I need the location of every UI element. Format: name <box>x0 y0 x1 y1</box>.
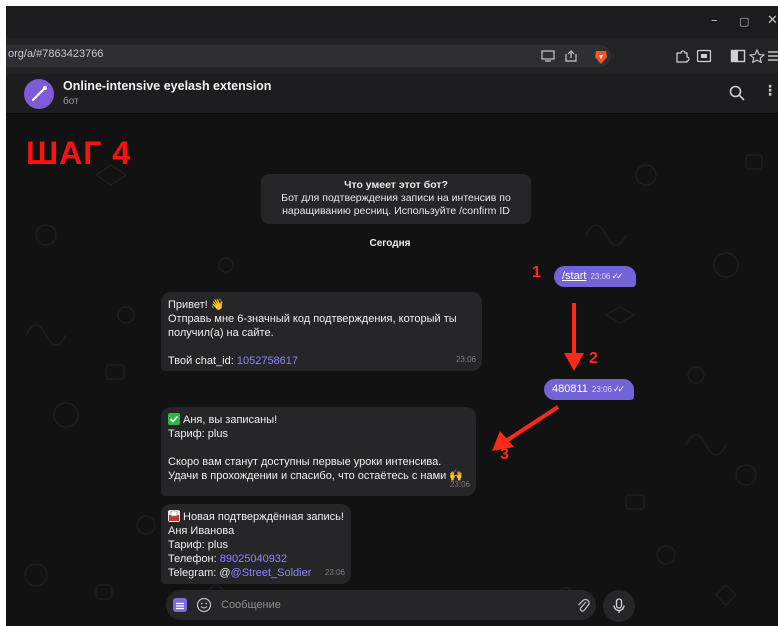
sidebar-icon[interactable] <box>730 49 746 63</box>
browser-toolbar: org/a/#7863423766 <box>6 38 778 74</box>
message-line: Удачи в прохождении и спасибо, что остаё… <box>168 470 464 482</box>
message-outgoing[interactable]: /start 23:06✓✓ <box>554 266 636 287</box>
avatar-icon <box>31 86 47 102</box>
step-title: ШАГ 4 <box>26 135 132 171</box>
chat-title[interactable]: Online-intensive eyelash extension <box>63 79 271 93</box>
message-line: Тариф: plus <box>168 539 228 551</box>
chat-header: Online-intensive eyelash extension бот ⋮ <box>6 74 778 114</box>
message-composer <box>166 590 596 620</box>
telegram-line: Telegram: @@Street_Soldier <box>168 566 344 580</box>
message-line: Аня, вы записаны! <box>168 413 469 427</box>
search-icon[interactable] <box>728 84 746 102</box>
attach-icon[interactable] <box>576 597 590 613</box>
share-icon[interactable] <box>564 50 578 62</box>
annotation-number-2: 2 <box>589 350 598 367</box>
check-mark-icon <box>168 413 180 425</box>
phone-link[interactable]: 89025040932 <box>220 553 287 565</box>
phone-label: Телефон: <box>168 553 220 565</box>
window-titlebar: – ▢ ✕ <box>6 6 778 38</box>
chat-area: ШАГ 4 Что умеет этот бот? Бот для подтве… <box>6 115 778 626</box>
chat-id-line: Твой chat_id: 1052758617 <box>168 354 475 368</box>
avatar[interactable] <box>24 79 54 109</box>
more-menu-button[interactable]: ⋮ <box>763 83 777 99</box>
read-ticks-icon: ✓✓ <box>611 271 623 281</box>
message-input[interactable] <box>221 597 521 613</box>
bot-info-title: Что умеет этот бот? <box>344 179 448 191</box>
address-field[interactable]: org/a/#7863423766 <box>6 45 611 67</box>
annotation-number-3: 3 <box>500 446 509 463</box>
message-time: 23:06 <box>324 568 345 577</box>
bookmark-icon[interactable] <box>749 49 765 63</box>
message-line: Тариф: plus <box>168 428 228 440</box>
screenshot-frame: – ▢ ✕ org/a/#7863423766 Online-intensive… <box>6 6 778 626</box>
mic-button[interactable] <box>603 590 635 622</box>
chat-id-link[interactable]: 1052758617 <box>237 355 298 367</box>
telegram-link[interactable]: @Street_Soldier <box>231 567 312 579</box>
close-window-button[interactable]: ✕ <box>767 13 778 29</box>
menu-icon[interactable] <box>173 598 187 612</box>
telegram-label: Telegram: @ <box>168 567 231 579</box>
message-line: получил(а) на сайте. <box>168 327 274 339</box>
minimize-button[interactable]: – <box>711 13 718 29</box>
maximize-button[interactable]: ▢ <box>739 14 749 30</box>
message-text: Аня, вы записаны! <box>183 414 278 426</box>
bot-info-line: Бот для подтверждения записи на интенсив… <box>281 192 511 204</box>
arrow-down-icon <box>564 303 584 371</box>
message-text: Новая подтверждённая запись! <box>183 511 344 523</box>
message-line: Привет! 👋 <box>168 299 225 311</box>
message-time: 23:06 <box>449 480 470 489</box>
read-ticks-icon: ✓✓ <box>612 384 625 394</box>
chat-subtitle: бот <box>63 96 79 107</box>
message-time: 23:06 <box>590 272 611 281</box>
address-url[interactable]: org/a/#7863423766 <box>8 48 103 60</box>
emoji-icon[interactable] <box>196 597 212 613</box>
chat-id-label: Твой chat_id: <box>168 355 237 367</box>
annotation-number-1: 1 <box>532 264 541 281</box>
cast-icon[interactable] <box>541 50 555 62</box>
message-outgoing[interactable]: 480811 23:06✓✓ <box>544 379 634 400</box>
message-line: Аня Иванова <box>168 525 235 537</box>
phone-line: Телефон: 89025040932 <box>168 552 344 566</box>
bot-info-line: наращиванию ресниц. Используйте /confirm… <box>282 205 510 217</box>
message-text: 480811 <box>552 383 588 395</box>
inbox-icon <box>168 510 180 522</box>
message-line: Скоро вам станут доступны первые уроки и… <box>168 456 442 468</box>
brave-lion-icon[interactable] <box>594 49 608 65</box>
message-incoming[interactable]: Привет! 👋 Отправь мне 6-значный код подт… <box>161 292 482 371</box>
wallet-icon[interactable] <box>696 49 712 63</box>
extension-icon[interactable] <box>674 49 690 63</box>
command-link[interactable]: /start <box>562 270 586 282</box>
browser-menu-icon[interactable] <box>767 49 778 63</box>
mic-icon <box>613 598 625 613</box>
date-separator: Сегодня <box>369 238 411 249</box>
message-time: 23:06 <box>591 385 612 394</box>
message-incoming[interactable]: Аня, вы записаны! Тариф: plus Скоро вам … <box>161 407 476 496</box>
message-line: Отправь мне 6-значный код подтверждения,… <box>168 313 457 325</box>
message-time: 23:06 <box>455 355 476 364</box>
message-incoming[interactable]: Новая подтверждённая запись! Аня Иванова… <box>161 504 351 584</box>
bot-info-card: Что умеет этот бот? Бот для подтверждени… <box>261 174 531 224</box>
message-line: Новая подтверждённая запись! <box>168 510 344 524</box>
